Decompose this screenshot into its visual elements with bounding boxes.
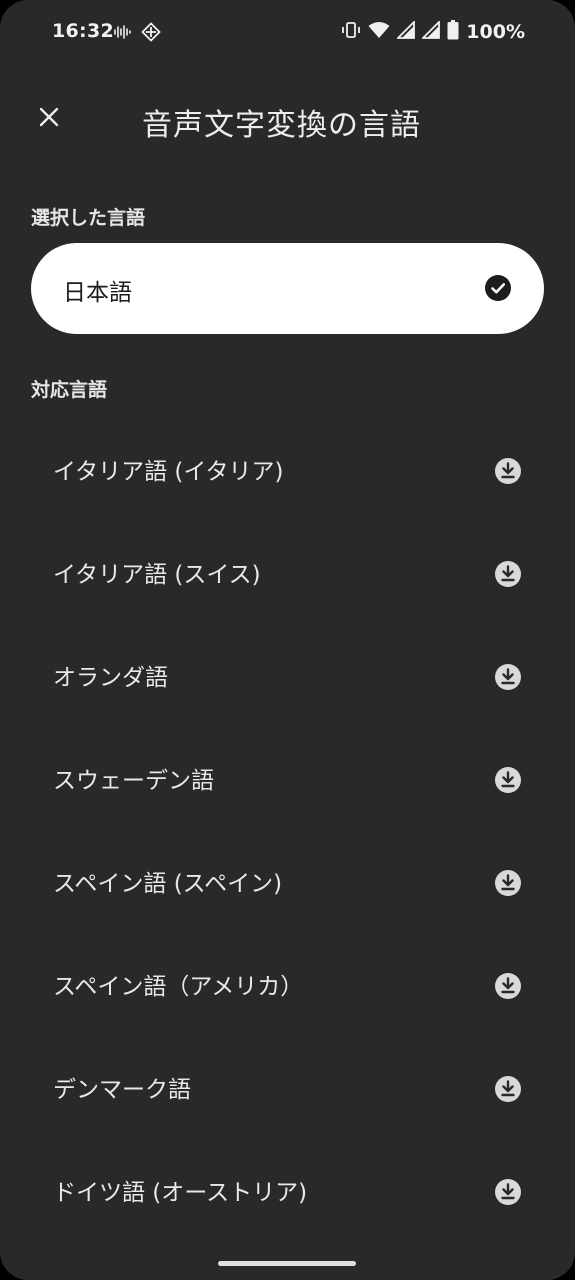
status-right-icons: 100%	[341, 19, 525, 44]
home-indicator[interactable]	[218, 1261, 356, 1266]
download-icon[interactable]	[494, 1075, 522, 1103]
download-icon[interactable]	[494, 972, 522, 1000]
language-label: スウェーデン語	[53, 768, 214, 794]
close-icon	[38, 106, 60, 132]
close-button[interactable]	[26, 96, 72, 142]
language-label: デンマーク語	[53, 1077, 191, 1103]
download-icon[interactable]	[494, 869, 522, 897]
language-label: オランダ語	[53, 665, 168, 691]
selected-language-label: 日本語	[63, 280, 132, 306]
signal-icon	[396, 19, 416, 43]
supported-languages-heading: 対応言語	[31, 379, 108, 401]
language-list: イタリア語 (イタリア) イタリア語 (スイス) オランダ語 スウェーデン語 ス…	[0, 418, 575, 1242]
audio-wave-icon	[113, 23, 131, 45]
wifi-icon	[368, 21, 390, 43]
status-left-icons	[113, 22, 161, 46]
list-item[interactable]: イタリア語 (スイス)	[0, 521, 575, 624]
signal-icon	[421, 19, 441, 43]
list-item[interactable]: オランダ語	[0, 624, 575, 727]
download-icon[interactable]	[494, 1178, 522, 1206]
list-item[interactable]: ドイツ語 (オーストリア)	[0, 1139, 575, 1242]
list-item[interactable]: イタリア語 (イタリア)	[0, 418, 575, 521]
page-title: 音声文字変換の言語	[142, 108, 421, 143]
download-icon[interactable]	[494, 560, 522, 588]
app-screen: 16:32 100% 音声文字変換の言語 選択した言語 日本語 対応言語 イタリ…	[0, 0, 575, 1280]
language-label: イタリア語 (イタリア)	[53, 459, 284, 485]
status-time: 16:32	[52, 20, 114, 42]
list-item[interactable]: スペイン語（アメリカ）	[0, 933, 575, 1036]
battery-icon	[447, 20, 459, 44]
download-icon[interactable]	[494, 766, 522, 794]
vibrate-icon	[341, 21, 361, 43]
language-label: スペイン語（アメリカ）	[53, 974, 304, 1000]
selected-language-heading: 選択した言語	[31, 207, 146, 229]
list-item[interactable]: スペイン語 (スペイン)	[0, 830, 575, 933]
battery-percentage: 100%	[466, 21, 525, 43]
language-label: ドイツ語 (オーストリア)	[53, 1180, 308, 1206]
diamond-grid-icon	[141, 22, 161, 46]
language-label: イタリア語 (スイス)	[53, 562, 261, 588]
list-item[interactable]: スウェーデン語	[0, 727, 575, 830]
check-circle-icon	[485, 275, 511, 301]
list-item[interactable]: デンマーク語	[0, 1036, 575, 1139]
selected-language-card[interactable]: 日本語	[31, 243, 544, 334]
language-label: スペイン語 (スペイン)	[53, 871, 283, 897]
download-icon[interactable]	[494, 457, 522, 485]
status-bar: 16:32 100%	[0, 0, 575, 64]
download-icon[interactable]	[494, 663, 522, 691]
